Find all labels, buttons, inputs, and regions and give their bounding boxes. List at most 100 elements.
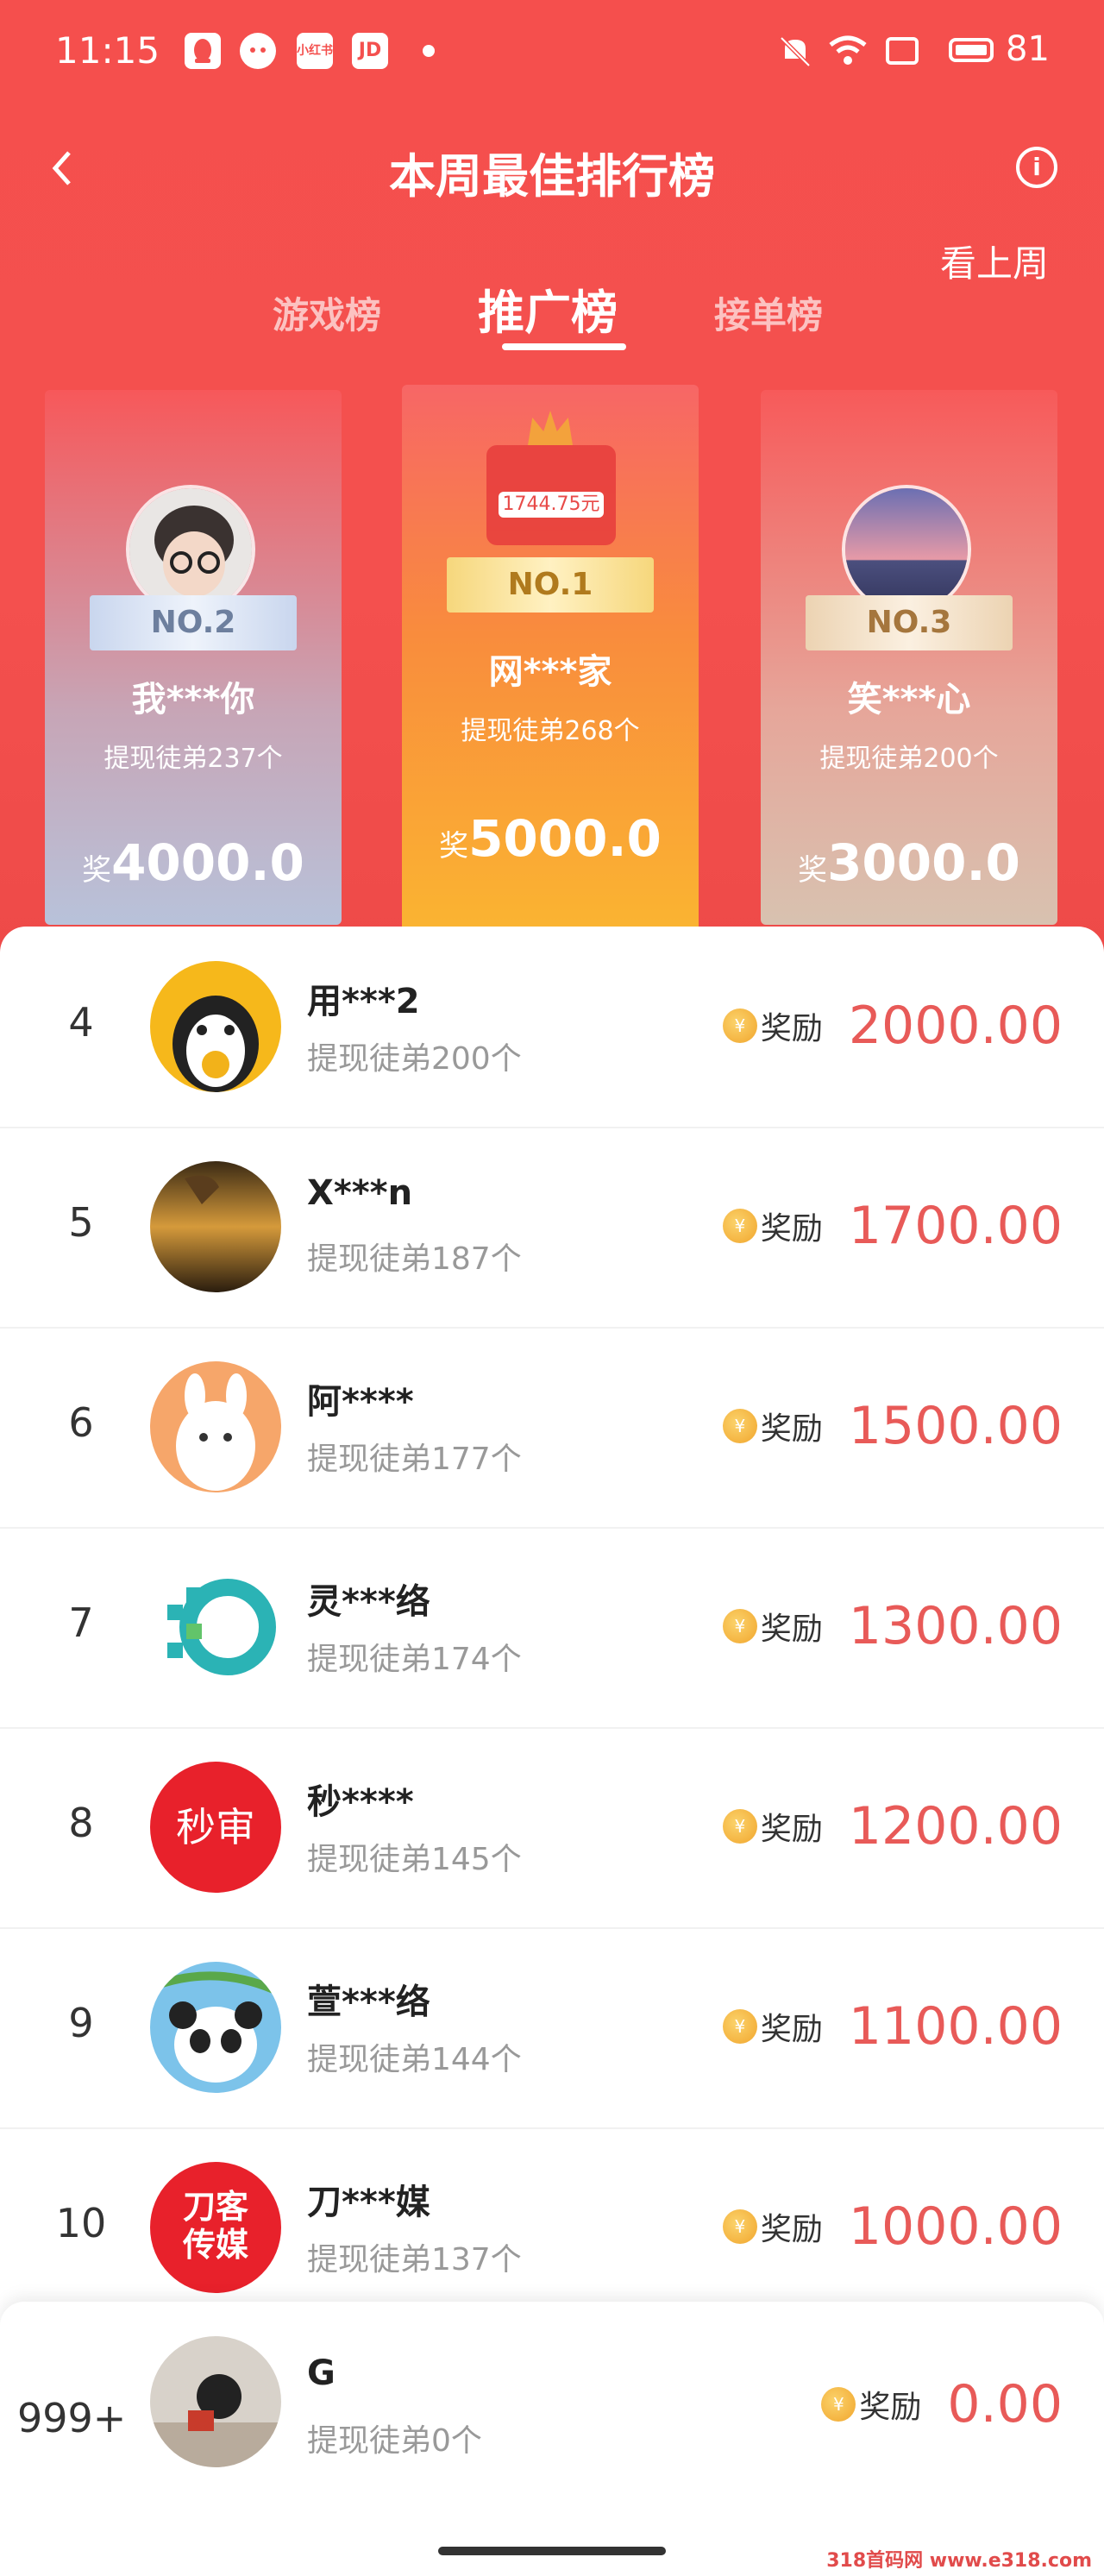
- watermark: 318首码网 www.e318.com: [826, 2550, 1092, 2572]
- list-item[interactable]: 4 用***2 提现徒弟200个 ¥ 奖励 2000.00: [0, 927, 1104, 1128]
- my-name: G: [307, 2353, 336, 2393]
- podium-subtitle: 提现徒弟268个: [461, 716, 640, 746]
- wechat-icon: [240, 33, 276, 69]
- page-title: 本周最佳排行榜: [389, 149, 715, 204]
- reward-label: 奖励: [760, 1411, 823, 1447]
- podium-name: 笑***心: [847, 680, 971, 719]
- list-item[interactable]: 6 阿**** 提现徒弟177个 ¥ 奖励 1500.00: [0, 1327, 1104, 1529]
- coin-icon: ¥: [722, 2209, 757, 2244]
- reward-prefix: 奖: [798, 853, 828, 888]
- rank-badge: NO.2: [90, 595, 297, 650]
- sunset-hand-avatar: [150, 1161, 281, 1292]
- rank-badge: NO.1: [447, 557, 654, 613]
- my-rank-bar[interactable]: 999+ G 提现徒弟0个 ¥ 奖励 0.00: [0, 2302, 1104, 2576]
- user-name: 秒****: [307, 1782, 414, 1822]
- coin-icon: ¥: [722, 1209, 757, 1243]
- coin-icon: ¥: [722, 1609, 757, 1643]
- rank-number: 8: [68, 1800, 94, 1846]
- user-subtitle: 提现徒弟144个: [307, 2042, 522, 2077]
- podium-card-first[interactable]: 1744.75元 NO.1 网***家 提现徒弟268个 奖5000.0: [402, 385, 699, 937]
- user-name: 刀***媒: [307, 2183, 430, 2222]
- reward-prefix: 奖: [439, 829, 469, 864]
- reward-label: 奖励: [760, 1211, 823, 1247]
- status-bar: 11:15 小红书 JD 81: [0, 0, 1104, 104]
- reward-amount: 3000.0: [827, 833, 1020, 892]
- list-item[interactable]: 7 灵***络 提现徒弟174个 ¥ 奖励 1300.00: [0, 1527, 1104, 1729]
- reward-label: 奖励: [859, 2390, 922, 2425]
- coin-icon: ¥: [722, 1409, 757, 1443]
- tab-game[interactable]: 游戏榜: [273, 286, 381, 339]
- user-subtitle: 提现徒弟145个: [307, 1842, 522, 1877]
- podium-reward: 奖3000.0: [761, 833, 1057, 892]
- user-subtitle: 提现徒弟174个: [307, 1642, 522, 1677]
- battery-level: 81: [1006, 29, 1050, 69]
- coin-icon: ¥: [722, 1008, 757, 1043]
- reward-amount: 1300.00: [848, 1596, 1063, 1656]
- reward-label: 奖励: [760, 1011, 823, 1046]
- coin-icon: ¥: [722, 2009, 757, 2044]
- avatar: [150, 2336, 281, 2467]
- user-name: 用***2: [307, 982, 420, 1021]
- reward-label: 奖励: [760, 1612, 823, 1647]
- reward-amount: 1700.00: [848, 1196, 1063, 1256]
- user-name: X***n: [307, 1173, 413, 1213]
- my-rank-number: 999+: [17, 2395, 127, 2441]
- reward: ¥ 奖励 2000.00: [722, 987, 1063, 1065]
- reward: ¥ 奖励 1300.00: [722, 1587, 1063, 1665]
- mute-icon: [780, 36, 811, 67]
- reward-amount: 1500.00: [848, 1396, 1063, 1456]
- rank-number: 6: [68, 1399, 94, 1446]
- list-item[interactable]: 9 萱***络 提现徒弟144个 ¥ 奖励 1100.00: [0, 1927, 1104, 2129]
- user-name: 萱***络: [307, 1982, 430, 2022]
- reward: ¥ 奖励 1700.00: [722, 1187, 1063, 1265]
- user-name: 阿****: [307, 1382, 414, 1422]
- reward-amount: 1200.00: [848, 1796, 1063, 1857]
- status-time: 11:15: [55, 29, 160, 72]
- reward-amount: 2000.00: [848, 996, 1063, 1056]
- tab-promotion[interactable]: 推广榜: [478, 274, 618, 342]
- my-subtitle: 提现徒弟0个: [307, 2423, 482, 2459]
- podium-reward: 奖5000.0: [402, 809, 699, 868]
- miaoshen-avatar: 秒审: [150, 1762, 281, 1893]
- daoke-avatar: 刀客传媒: [150, 2162, 281, 2293]
- tab-orders[interactable]: 接单榜: [714, 286, 823, 339]
- reward: ¥ 奖励 1100.00: [722, 1988, 1063, 2065]
- reward-amount: 0.00: [947, 2374, 1063, 2435]
- podium-reward: 奖4000.0: [45, 833, 342, 892]
- reward: ¥ 奖励 0.00: [821, 2366, 1063, 2443]
- coin-icon: ¥: [722, 1809, 757, 1844]
- crown-icon: [528, 411, 573, 445]
- coin-icon: ¥: [821, 2387, 856, 2422]
- list-item[interactable]: 8 秒审 秒**** 提现徒弟145个 ¥ 奖励 1200.00: [0, 1727, 1104, 1929]
- rank-number: 10: [55, 2200, 107, 2246]
- jd-icon: JD: [352, 33, 388, 69]
- user-subtitle: 提现徒弟187个: [307, 1241, 522, 1277]
- podium-name: 网***家: [488, 652, 612, 692]
- reward: ¥ 奖励 1000.00: [722, 2188, 1063, 2265]
- last-week-button[interactable]: 看上周: [940, 235, 1049, 287]
- reward-label: 奖励: [760, 1812, 823, 1847]
- rank-number: 4: [68, 999, 94, 1046]
- user-subtitle: 提现徒弟200个: [307, 1041, 522, 1077]
- reward-label: 奖励: [760, 2012, 823, 2047]
- wifi-icon: [829, 35, 867, 65]
- tab-active-indicator: [502, 343, 626, 350]
- notification-dot: [423, 45, 435, 57]
- user-subtitle: 提现徒弟137个: [307, 2242, 522, 2278]
- reward-prefix: 奖: [82, 853, 112, 888]
- podium-card-third[interactable]: NO.3 笑***心 提现徒弟200个 奖3000.0: [761, 390, 1057, 925]
- podium-card-second[interactable]: NO.2 我***你 提现徒弟237个 奖4000.0: [45, 390, 342, 925]
- avatar: 1744.75元: [486, 445, 616, 545]
- rank-number: 9: [68, 2000, 94, 2046]
- home-indicator[interactable]: [438, 2547, 666, 2555]
- list-item[interactable]: 5 X***n 提现徒弟187个 ¥ 奖励 1700.00: [0, 1127, 1104, 1329]
- panda-avatar: [150, 1962, 281, 2093]
- info-icon[interactable]: i: [1016, 147, 1057, 188]
- reward-amount: 1000.00: [848, 2196, 1063, 2257]
- screen-icon: [886, 37, 919, 65]
- rank-number: 5: [68, 1199, 94, 1246]
- penguin-avatar: [150, 961, 281, 1092]
- list-item[interactable]: 10 刀客传媒 刀***媒 提现徒弟137个 ¥ 奖励 1000.00: [0, 2127, 1104, 2329]
- reward-amount: 4000.0: [111, 833, 304, 892]
- qq-icon: [185, 33, 221, 69]
